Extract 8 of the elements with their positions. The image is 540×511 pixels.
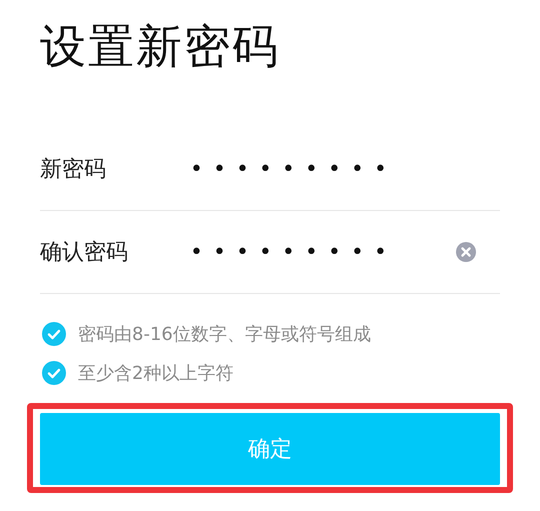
field-label: 新密码: [40, 156, 107, 184]
password-field[interactable]: •••••••••: [190, 156, 500, 182]
clear-icon[interactable]: [456, 242, 476, 262]
rule-text: 密码由8-16位数字、字母或符号组成: [78, 322, 371, 346]
page-title: 设置新密码: [40, 18, 281, 75]
rule-text: 至少含2种以上字符: [78, 362, 234, 384]
password-field[interactable]: •••••••••: [190, 240, 456, 264]
field-label: 确认密码: [40, 239, 129, 267]
